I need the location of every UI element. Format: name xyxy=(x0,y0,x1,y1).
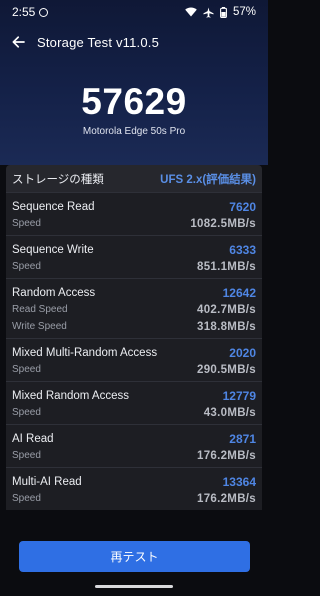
status-time: 2:55 xyxy=(12,5,36,19)
speed-value: 176.2MB/s xyxy=(197,492,256,505)
test-group-mixed-multi-random-access: Mixed Multi-Random Access 2020 Speed 290.5… xyxy=(6,338,262,381)
test-group-mixed-random-access: Mixed Random Access 12779 Speed 43.0MB/s xyxy=(6,381,262,424)
speed-value: 851.1MB/s xyxy=(197,260,256,273)
test-group-sequence-read: Sequence Read 7620 Speed 1082.5MB/s xyxy=(6,192,262,235)
storage-type-value: UFS 2.x(評価結果) xyxy=(160,173,256,186)
storage-type-row: ストレージの種類 UFS 2.x(評価結果) xyxy=(6,165,262,192)
test-group-multi-ai-read: Multi-AI Read 13364 Speed 176.2MB/s xyxy=(6,467,262,510)
test-score: 12642 xyxy=(222,285,256,300)
speed-value: 290.5MB/s xyxy=(197,363,256,376)
test-score: 7620 xyxy=(229,199,256,214)
test-name: Sequence Write xyxy=(12,243,94,256)
speed-label: Speed xyxy=(12,493,41,504)
status-icons: 57% xyxy=(185,6,256,18)
speed-label: Speed xyxy=(12,407,41,418)
test-score: 6333 xyxy=(229,242,256,257)
status-bar: 2:55 57% xyxy=(0,0,268,24)
app-bar: Storage Test v11.0.5 xyxy=(0,28,268,56)
test-name: Multi-AI Read xyxy=(12,475,82,488)
test-name: Sequence Read xyxy=(12,200,95,213)
speed-value: 43.0MB/s xyxy=(203,406,256,419)
test-score: 2020 xyxy=(229,345,256,360)
app-title: Storage Test v11.0.5 xyxy=(37,34,160,50)
total-score: 57629 xyxy=(81,81,187,122)
wifi-icon xyxy=(185,7,197,17)
test-score: 2871 xyxy=(229,431,256,446)
read-speed-label: Read Speed xyxy=(12,304,68,315)
test-name: Random Access xyxy=(12,286,96,299)
test-name: Mixed Random Access xyxy=(12,389,129,402)
speed-label: Speed xyxy=(12,218,41,229)
speed-label: Speed xyxy=(12,450,41,461)
battery-icon xyxy=(220,6,227,18)
test-score: 12779 xyxy=(222,388,256,403)
test-group-ai-read: AI Read 2871 Speed 176.2MB/s xyxy=(6,424,262,467)
storage-type-label: ストレージの種類 xyxy=(12,173,104,186)
test-name: AI Read xyxy=(12,432,54,445)
test-group-sequence-write: Sequence Write 6333 Speed 851.1MB/s xyxy=(6,235,262,278)
airplane-icon xyxy=(203,6,214,18)
speed-label: Speed xyxy=(12,261,41,272)
test-score: 13364 xyxy=(222,474,256,489)
test-group-random-access: Random Access 12642 Read Speed 402.7MB/s W… xyxy=(6,278,262,338)
write-speed-value: 318.8MB/s xyxy=(197,320,256,333)
speed-value: 176.2MB/s xyxy=(197,449,256,462)
write-speed-label: Write Speed xyxy=(12,321,67,332)
retest-button[interactable]: 再テスト xyxy=(19,541,250,572)
speed-value: 1082.5MB/s xyxy=(190,217,256,230)
battery-percent: 57% xyxy=(232,6,256,18)
results-list[interactable]: ストレージの種類 UFS 2.x(評価結果) Sequence Read 7620… xyxy=(6,165,262,510)
read-speed-value: 402.7MB/s xyxy=(197,303,256,316)
back-arrow-icon[interactable] xyxy=(10,34,26,50)
speed-label: Speed xyxy=(12,364,41,375)
test-name: Mixed Multi-Random Access xyxy=(12,346,158,359)
notification-circle-icon xyxy=(39,7,49,17)
device-name: Motorola Edge 50s Pro xyxy=(82,126,186,137)
gesture-nav-handle[interactable] xyxy=(95,585,173,588)
